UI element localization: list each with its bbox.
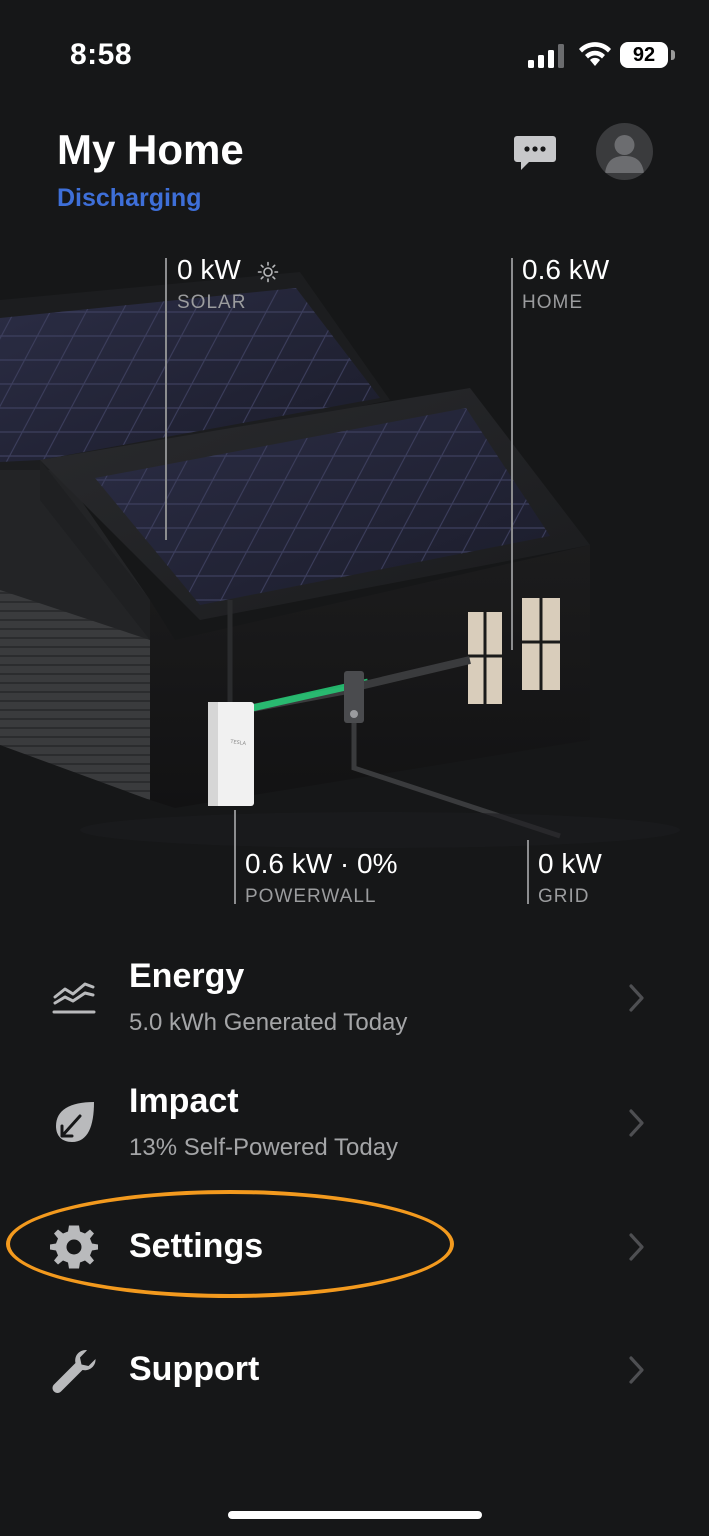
powerwall-value: 0.6 kW · 0% bbox=[245, 848, 398, 879]
battery-nub bbox=[671, 50, 675, 60]
leaf-icon bbox=[56, 1102, 94, 1142]
powerwall-label: POWERWALL bbox=[245, 886, 377, 907]
grid-label: GRID bbox=[538, 886, 590, 907]
grid-value: 0 kW bbox=[538, 848, 602, 879]
energy-chart-icon bbox=[52, 982, 96, 1014]
cellular-signal-icon bbox=[528, 44, 564, 68]
wrench-icon bbox=[52, 1350, 96, 1393]
home-indicator[interactable] bbox=[228, 1511, 482, 1519]
page-title: My Home bbox=[57, 126, 244, 173]
system-status: Discharging bbox=[57, 184, 202, 212]
settings-highlight-ring bbox=[6, 1190, 454, 1298]
solar-readout[interactable]: 0 kW SOLAR bbox=[177, 254, 279, 314]
chevron-right-icon bbox=[629, 1356, 644, 1384]
home-flow-line bbox=[511, 258, 513, 650]
menu-item-title: Support bbox=[129, 1350, 260, 1388]
battery-level: 92 bbox=[620, 42, 668, 68]
chat-bubble-icon[interactable] bbox=[513, 134, 557, 174]
solar-label: SOLAR bbox=[177, 292, 247, 313]
avatar-icon bbox=[605, 135, 644, 173]
home-value: 0.6 kW bbox=[522, 254, 610, 285]
home-label: HOME bbox=[522, 292, 583, 313]
menu-item-energy[interactable]: Energy 5.0 kWh Generated Today bbox=[0, 945, 709, 1055]
sun-icon bbox=[257, 261, 278, 282]
menu-item-impact[interactable]: Impact 13% Self-Powered Today bbox=[0, 1070, 709, 1180]
avatar[interactable] bbox=[596, 123, 653, 180]
menu-item-title: Impact bbox=[129, 1082, 239, 1120]
menu-item-subtitle: 5.0 kWh Generated Today bbox=[129, 1009, 408, 1036]
grid-flow-line bbox=[527, 840, 529, 904]
powerwall-readout[interactable]: 0.6 kW · 0% POWERWALL bbox=[245, 848, 397, 908]
menu-item-title: Energy bbox=[129, 957, 245, 995]
solar-flow-line bbox=[165, 258, 167, 540]
home-readout[interactable]: 0.6 kW HOME bbox=[522, 254, 609, 314]
solar-value: 0 kW bbox=[177, 254, 279, 286]
status-time: 8:58 bbox=[70, 38, 133, 71]
wifi-icon bbox=[579, 42, 611, 66]
house-illustration: TESLA bbox=[0, 272, 680, 848]
chevron-right-icon bbox=[629, 1233, 644, 1261]
chevron-right-icon bbox=[629, 984, 644, 1012]
powerwall-flow-line bbox=[234, 810, 236, 904]
solar-value-text: 0 kW bbox=[177, 254, 241, 285]
grid-readout[interactable]: 0 kW GRID bbox=[538, 848, 602, 908]
menu-item-subtitle: 13% Self-Powered Today bbox=[129, 1134, 399, 1161]
chevron-right-icon bbox=[629, 1109, 644, 1137]
battery-indicator: 92 bbox=[620, 42, 676, 70]
menu-item-support[interactable]: Support bbox=[0, 1315, 709, 1425]
